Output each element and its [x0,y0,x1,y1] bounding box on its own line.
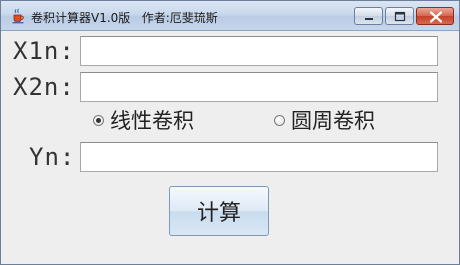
linear-convolution-label: 线性卷积 [110,109,194,133]
yn-label: Yn: [29,143,76,171]
linear-convolution-radio[interactable]: 线性卷积 [93,105,194,135]
circular-convolution-label: 圆周卷积 [291,109,375,133]
radio-selected-indicator[interactable] [93,114,104,126]
window-title: 卷积计算器V1.0版 作者:厄斐琉斯 [31,11,218,25]
app-window: 卷积计算器V1.0版 作者:厄斐琉斯 X1n: X2n: 线性卷积 圆周卷积 Y… [0,0,460,265]
calculate-button[interactable]: 计算 [169,186,269,236]
form-panel: X1n: X2n: 线性卷积 圆周卷积 Yn: 计算 [1,31,459,264]
java-cup-icon [12,8,24,24]
x2-input[interactable] [80,72,438,102]
minimize-button[interactable] [354,7,383,25]
x2-label: X2n: [13,73,75,101]
close-icon [429,11,443,23]
x1-label: X1n: [13,37,75,65]
yn-output[interactable] [80,142,438,172]
minimize-icon [365,18,373,20]
maximize-icon [394,11,406,22]
circular-convolution-radio[interactable]: 圆周卷积 [274,105,375,135]
title-bar[interactable]: 卷积计算器V1.0版 作者:厄斐琉斯 [1,1,459,31]
maximize-button[interactable] [385,7,414,25]
x1-input[interactable] [80,36,438,66]
radio-unselected-indicator[interactable] [274,114,285,126]
close-button[interactable] [416,7,454,25]
